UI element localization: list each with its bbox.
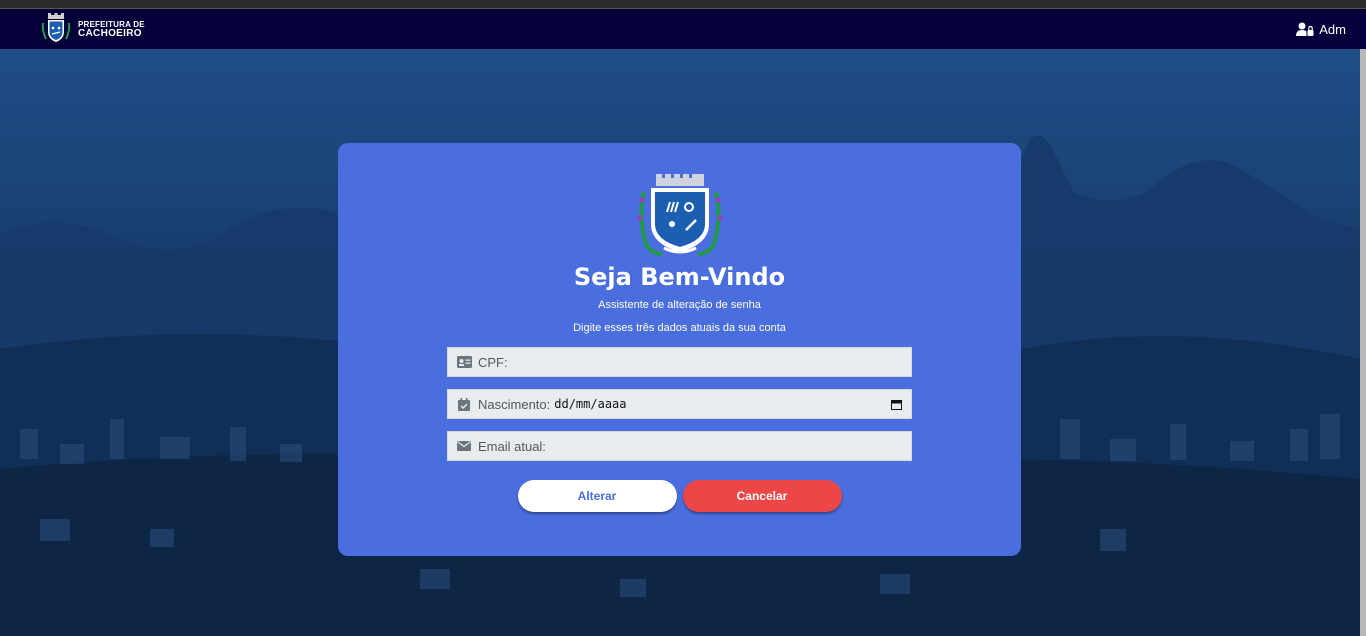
cpf-label: CPF: — [478, 354, 508, 370]
instruction-text: Digite esses três dados atuais da sua co… — [573, 322, 786, 334]
city-coat-of-arms-icon — [636, 174, 723, 256]
brand-logo-link[interactable]: PREFEITURA DE CACHOEIRO — [40, 13, 145, 45]
email-input[interactable] — [549, 433, 903, 459]
calendar-check-icon — [456, 397, 472, 411]
user-lock-icon — [1296, 22, 1314, 36]
action-buttons: Alterar Cancelar — [517, 480, 842, 512]
password-change-card: Seja Bem-Vindo Assistente de alteração d… — [338, 143, 1021, 556]
cpf-input[interactable] — [511, 349, 903, 375]
birthdate-value: dd/mm/aaaa — [554, 397, 627, 411]
email-field[interactable]: Email atual: — [447, 431, 912, 461]
birthdate-label: Nascimento: — [478, 396, 551, 412]
browser-top-strip — [0, 0, 1366, 9]
verification-form: CPF: Nascimento: dd/mm/aaaa Email atual: — [447, 347, 912, 473]
welcome-title: Seja Bem-Vindo — [573, 263, 786, 291]
envelope-icon — [456, 439, 472, 453]
birthdate-field[interactable]: Nascimento: dd/mm/aaaa — [447, 389, 912, 419]
id-card-icon — [456, 355, 472, 369]
brand-line-2: CACHOEIRO — [78, 28, 142, 39]
cancelar-button[interactable]: Cancelar — [682, 480, 842, 512]
assistant-subtitle: Assistente de alteração de senha — [598, 299, 761, 311]
birthdate-input[interactable]: dd/mm/aaaa — [554, 397, 903, 411]
top-navbar: PREFEITURA DE CACHOEIRO Adm — [0, 9, 1366, 49]
user-label: Adm — [1319, 21, 1346, 37]
cpf-field[interactable]: CPF: — [447, 347, 912, 377]
page-scrollbar[interactable] — [1360, 49, 1366, 636]
alterar-button[interactable]: Alterar — [517, 480, 677, 512]
city-crest-icon — [41, 13, 71, 42]
admin-user-link[interactable]: Adm — [1296, 22, 1346, 37]
email-label: Email atual: — [478, 438, 546, 454]
calendar-picker-icon[interactable] — [889, 397, 903, 411]
scrollbar-thumb[interactable] — [1360, 49, 1366, 636]
